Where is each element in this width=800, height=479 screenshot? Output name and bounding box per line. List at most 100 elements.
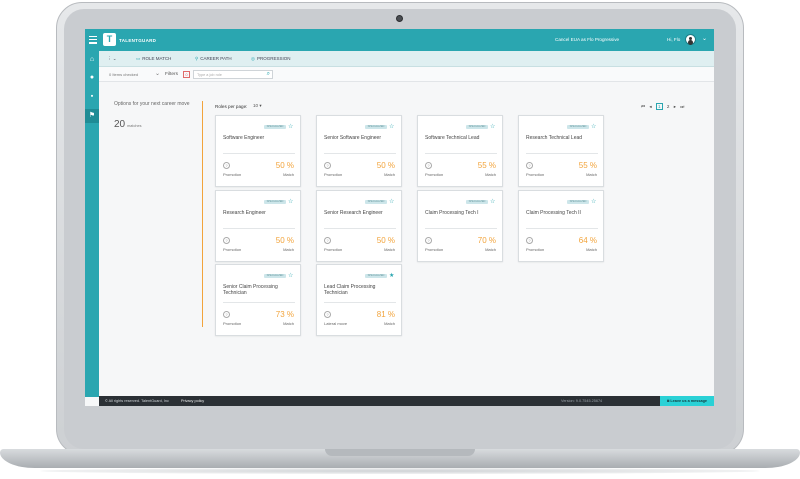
help-icon[interactable]: ? <box>425 237 432 244</box>
matches-count-label: matches <box>127 124 142 128</box>
move-type: Lateral move <box>324 321 348 326</box>
privacy-policy-link[interactable]: Privacy policy <box>181 399 204 403</box>
role-title: Claim Processing Tech I <box>425 210 479 216</box>
divider <box>425 153 497 154</box>
star-icon[interactable]: ☆ <box>490 123 495 130</box>
role-card[interactable]: SPECIALIZED ☆ Senior Research Engineer? 50 … <box>316 190 402 262</box>
match-percentage: 55 % <box>477 161 496 170</box>
roles-per-page-label: Roles per page: <box>215 104 248 109</box>
laptop-base-notch <box>325 449 475 456</box>
role-tag: SPECIALIZED <box>264 125 286 129</box>
help-icon[interactable]: ? <box>526 237 533 244</box>
version-text: Version: 9.0.7545.25674 <box>561 399 603 403</box>
tab-role-match[interactable]: ▭ ROLE MATCH <box>136 56 171 62</box>
prev-page-icon[interactable]: ◂ <box>649 104 651 110</box>
tab-career-path[interactable]: ⚲ CAREER PATH <box>195 56 232 62</box>
menu-icon[interactable] <box>89 36 97 44</box>
search-input[interactable] <box>197 72 259 78</box>
help-icon[interactable]: ? <box>425 162 432 169</box>
role-match-icon: ▭ <box>136 56 141 61</box>
role-card[interactable]: SPECIALIZED ☆ Claim Processing Tech II? 64 … <box>518 190 604 262</box>
help-icon[interactable]: ? <box>223 311 230 318</box>
star-icon[interactable]: ☆ <box>288 198 293 205</box>
match-percentage: 73 % <box>275 310 294 319</box>
user-greeting: Hi, Flo <box>667 37 681 42</box>
tab-label: PROGRESSION <box>256 56 291 61</box>
grid-icon[interactable]: ▪ <box>85 90 99 104</box>
move-type: Promotion <box>526 172 545 177</box>
match-label: Match <box>485 247 496 252</box>
page-2-button[interactable]: 2 <box>667 104 670 109</box>
help-icon[interactable]: ? <box>324 237 331 244</box>
role-card[interactable]: SPECIALIZED ☆ Software Technical Lead? 55 %… <box>417 115 503 187</box>
items-checked-count: 0 Items checked <box>109 72 139 77</box>
page-1-button[interactable]: 1 <box>656 103 663 110</box>
matches-count: 20 matches <box>114 119 141 130</box>
divider <box>526 153 598 154</box>
star-icon[interactable]: ☆ <box>591 198 596 205</box>
move-type: Promotion <box>425 247 444 252</box>
match-percentage: 50 % <box>376 236 395 245</box>
role-card[interactable]: SPECIALIZED ★ Lead Claim Processing Techni… <box>316 264 402 336</box>
avatar[interactable] <box>685 34 696 45</box>
role-title: Claim Processing Tech II <box>526 210 581 216</box>
help-icon[interactable]: ? <box>324 311 331 318</box>
user-icon[interactable]: ● <box>85 71 99 85</box>
help-icon[interactable]: ? <box>223 237 230 244</box>
help-icon[interactable]: ? <box>526 162 533 169</box>
divider <box>324 228 396 229</box>
help-icon[interactable]: ? <box>324 162 331 169</box>
tabs-bar: ⋮ ⌄ ▭ ROLE MATCH ⚲ CAREER PATH ◎ PROGRESSIO… <box>99 51 714 67</box>
role-title: Lead Claim Processing Technician <box>324 284 376 296</box>
filters-button[interactable]: Filters <box>165 72 178 77</box>
match-percentage: 81 % <box>376 310 395 319</box>
match-label: Match <box>485 172 496 177</box>
tab-label: CAREER PATH <box>200 56 232 61</box>
role-card[interactable]: SPECIALIZED ☆ Research Technical Lead? 55 %… <box>518 115 604 187</box>
chevron-down-icon[interactable]: ⌄ <box>702 35 707 42</box>
cancel-impersonation-link[interactable]: Cancel EUA as Flo Progressive <box>555 37 619 42</box>
role-card[interactable]: SPECIALIZED ☆ Senior Software Engineer? 50 … <box>316 115 402 187</box>
match-percentage: 50 % <box>376 161 395 170</box>
role-tag: SPECIALIZED <box>365 200 387 204</box>
move-type: Promotion <box>425 172 444 177</box>
role-tag: SPECIALIZED <box>567 200 589 204</box>
role-card[interactable]: SPECIALIZED ☆ Research Engineer? 50 % Promot… <box>215 190 301 262</box>
role-card[interactable]: SPECIALIZED ☆ Senior Claim Processing Tech… <box>215 264 301 336</box>
divider <box>223 302 295 303</box>
star-icon[interactable]: ☆ <box>288 272 293 279</box>
role-title: Research Technical Lead <box>526 135 583 141</box>
role-card[interactable]: SPECIALIZED ☆ Claim Processing Tech I? 70 %… <box>417 190 503 262</box>
star-icon[interactable]: ☆ <box>389 123 394 130</box>
more-options-icon[interactable]: ⋮ ⌄ <box>107 56 117 62</box>
match-label: Match <box>283 247 294 252</box>
next-page-icon[interactable]: ▸ <box>674 104 676 110</box>
leave-message-button[interactable]: ◙ Leave us a message <box>660 396 714 406</box>
chevron-down-icon[interactable]: ⌄ <box>155 70 160 77</box>
filters-count-badge[interactable]: 0 <box>183 70 190 78</box>
role-card[interactable]: SPECIALIZED ☆ Software Engineer? 50 % Promot… <box>215 115 301 187</box>
role-tag: SPECIALIZED <box>365 125 387 129</box>
leave-message-label: Leave us a message <box>670 399 708 403</box>
filter-toolbar: 0 Items checked ⌄ Filters 0 ⌕ <box>99 67 714 82</box>
star-icon[interactable]: ☆ <box>288 123 293 130</box>
role-title: Senior Software Engineer <box>324 135 381 141</box>
star-filled-icon[interactable]: ★ <box>389 272 394 279</box>
help-icon[interactable]: ? <box>223 162 230 169</box>
home-icon[interactable]: ⌂ <box>85 53 99 67</box>
first-page-icon[interactable]: ⏮ <box>641 104 645 109</box>
tab-progression[interactable]: ◎ PROGRESSION <box>251 56 290 62</box>
role-tag: SPECIALIZED <box>264 274 286 278</box>
last-page-icon[interactable]: ⏭ <box>680 104 684 109</box>
star-icon[interactable]: ☆ <box>490 198 495 205</box>
logo-text: TALENTGUARD <box>119 38 157 43</box>
star-icon[interactable]: ☆ <box>389 198 394 205</box>
move-type: Promotion <box>223 172 242 177</box>
star-icon[interactable]: ☆ <box>591 123 596 130</box>
divider <box>202 101 203 327</box>
copyright-text: © All rights reserved. TalentGuard, Inc <box>105 399 169 403</box>
career-icon[interactable]: ⚑ <box>85 109 99 123</box>
role-title: Software Technical Lead <box>425 135 480 141</box>
roles-per-page-select[interactable]: 10 ▾ <box>253 103 262 109</box>
search-icon[interactable]: ⌕ <box>267 71 270 78</box>
